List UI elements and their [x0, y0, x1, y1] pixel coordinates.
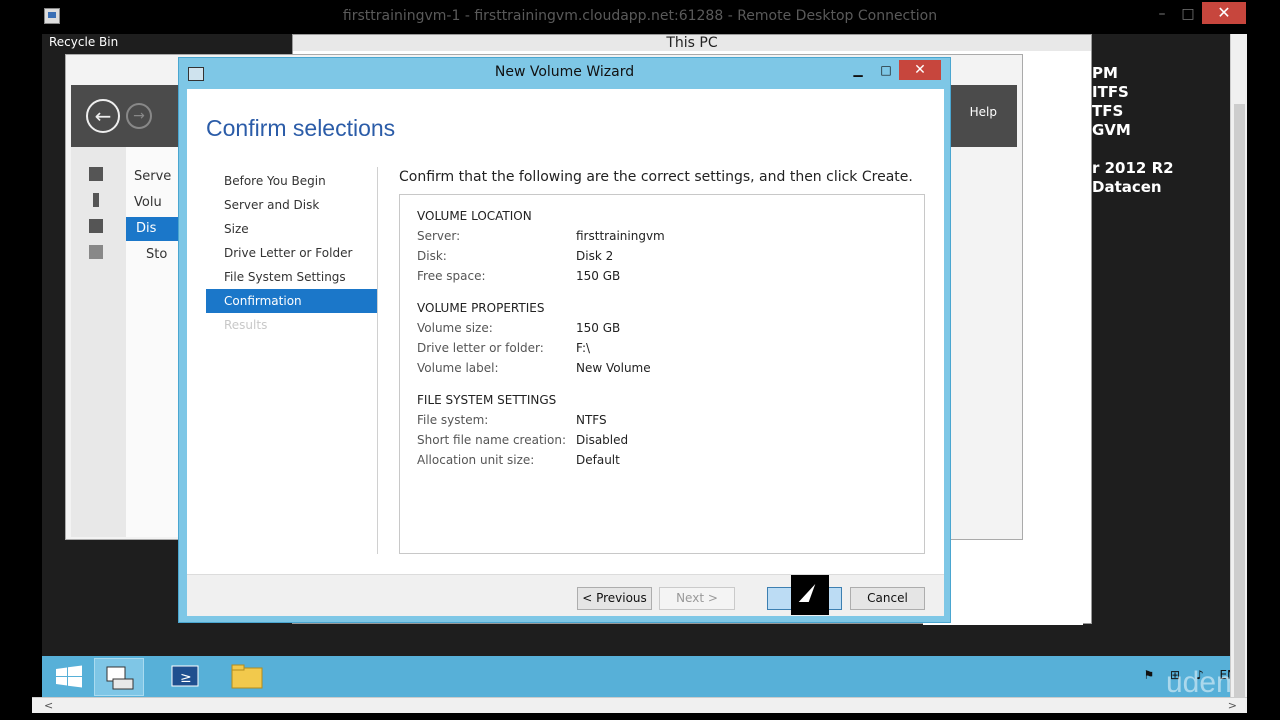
section-volume-properties: VOLUME PROPERTIES [417, 301, 545, 315]
bginfo-line: ITFS [1092, 83, 1129, 101]
volume-size-value: 150 GB [576, 321, 621, 335]
taskbar-powershell[interactable]: ≥ [160, 658, 210, 696]
drive-letter-label: Drive letter or folder: [417, 341, 544, 355]
recycle-bin-label[interactable]: Recycle Bin [49, 35, 118, 49]
mouse-cursor-icon [791, 575, 829, 615]
powershell-icon: ≥ [171, 665, 199, 687]
rdc-close-button[interactable]: ✕ [1202, 2, 1246, 24]
nav-item-volumes[interactable]: Volu [134, 195, 162, 210]
svg-text:≥: ≥ [180, 670, 192, 686]
step-confirmation[interactable]: Confirmation [206, 289, 377, 313]
new-volume-wizard[interactable]: New Volume Wizard ▁ □ ✕ Confirm selectio… [178, 57, 951, 623]
step-results: Results [224, 318, 268, 332]
step-file-system[interactable]: File System Settings [206, 265, 377, 289]
scroll-right-icon[interactable]: > [1228, 698, 1237, 713]
wizard-steps: Before You Begin Server and Disk Size Dr… [206, 169, 377, 337]
wizard-close-button[interactable]: ✕ [899, 60, 941, 80]
server-manager-icon [106, 666, 134, 690]
step-drive-letter[interactable]: Drive Letter or Folder [206, 241, 377, 265]
scroll-left-icon[interactable]: < [44, 698, 53, 713]
flag-icon[interactable]: ⚑ [1143, 668, 1154, 682]
file-storage-icon[interactable] [89, 245, 103, 259]
horizontal-scrollbar[interactable]: < > [32, 697, 1247, 713]
help-menu[interactable]: Help [970, 105, 997, 119]
folder-icon [231, 664, 263, 689]
disk-label: Disk: [417, 249, 447, 263]
short-name-label: Short file name creation: [417, 433, 566, 447]
previous-button[interactable]: < Previous [577, 587, 652, 610]
wizard-body: Confirm selections Before You Begin Serv… [187, 89, 944, 616]
nav-item-servers[interactable]: Serve [134, 169, 171, 184]
back-arrow-icon[interactable]: ← [86, 99, 120, 133]
bginfo-text: PM ITFS TFS GVM r 2012 R2 Datacen [1092, 64, 1246, 197]
taskbar-file-explorer[interactable] [222, 658, 272, 696]
allocation-label: Allocation unit size: [417, 453, 535, 467]
allocation-value: Default [576, 453, 620, 467]
section-file-system-settings: FILE SYSTEM SETTINGS [417, 393, 557, 407]
free-space-value: 150 GB [576, 269, 621, 283]
confirm-instructions: Confirm that the following are the corre… [399, 169, 913, 185]
short-name-value: Disabled [576, 433, 629, 447]
steps-divider [377, 167, 378, 554]
step-before-you-begin[interactable]: Before You Begin [206, 169, 377, 193]
forward-arrow-icon[interactable]: → [126, 103, 152, 129]
rdc-window-title: firsttrainingvm-1 - firsttrainingvm.clou… [342, 8, 938, 24]
drive-letter-value: F:\ [576, 341, 591, 355]
disk-value: Disk 2 [576, 249, 614, 263]
volume-size-label: Volume size: [417, 321, 493, 335]
vertical-scrollbar[interactable] [1230, 34, 1247, 704]
all-servers-icon[interactable] [89, 219, 103, 233]
rdc-maximize-button[interactable]: □ [1176, 4, 1200, 24]
settings-summary: VOLUME LOCATION Server: firsttrainingvm … [399, 194, 925, 554]
free-space-label: Free space: [417, 269, 486, 283]
taskbar: ≥ ⚑ ⊞ ♪ EN [42, 656, 1246, 698]
file-system-value: NTFS [576, 413, 607, 427]
bginfo-line: TFS [1092, 102, 1124, 120]
section-volume-location: VOLUME LOCATION [417, 209, 532, 223]
local-server-icon[interactable] [93, 193, 99, 207]
nav-item-disks[interactable]: Dis [126, 217, 186, 241]
step-size[interactable]: Size [206, 217, 377, 241]
nav-item-storage-pools[interactable]: Sto [146, 247, 167, 262]
wizard-maximize-button[interactable]: □ [874, 61, 898, 81]
wizard-title: New Volume Wizard [494, 64, 635, 80]
server-value: firsttrainingvm [576, 229, 665, 243]
volume-label-value: New Volume [576, 361, 651, 375]
bginfo-line: GVM [1092, 121, 1131, 139]
step-server-and-disk[interactable]: Server and Disk [206, 193, 377, 217]
bginfo-line: PM [1092, 64, 1118, 82]
server-manager-list: Serve Volu Dis Sto [126, 147, 186, 537]
page-title: Confirm selections [206, 115, 396, 141]
this-pc-title: This PC [293, 35, 1091, 51]
dashboard-icon[interactable] [89, 167, 103, 181]
bginfo-line: r 2012 R2 Datacen [1092, 159, 1174, 196]
rdc-titlebar: firsttrainingvm-1 - firsttrainingvm.clou… [0, 0, 1280, 34]
windows-logo-icon [56, 665, 82, 688]
server-label: Server: [417, 229, 461, 243]
taskbar-server-manager[interactable] [94, 658, 144, 696]
start-button[interactable] [44, 658, 94, 696]
cancel-button[interactable]: Cancel [850, 587, 925, 610]
wizard-minimize-button[interactable]: ▁ [846, 61, 870, 81]
wizard-footer: < Previous Next > Cancel [187, 574, 944, 616]
server-manager-nav [71, 147, 126, 537]
vertical-scrollbar-thumb[interactable] [1234, 104, 1245, 704]
volume-label-label: Volume label: [417, 361, 499, 375]
next-button[interactable]: Next > [659, 587, 735, 610]
file-system-label: File system: [417, 413, 489, 427]
rdc-minimize-button[interactable]: – [1150, 4, 1174, 24]
